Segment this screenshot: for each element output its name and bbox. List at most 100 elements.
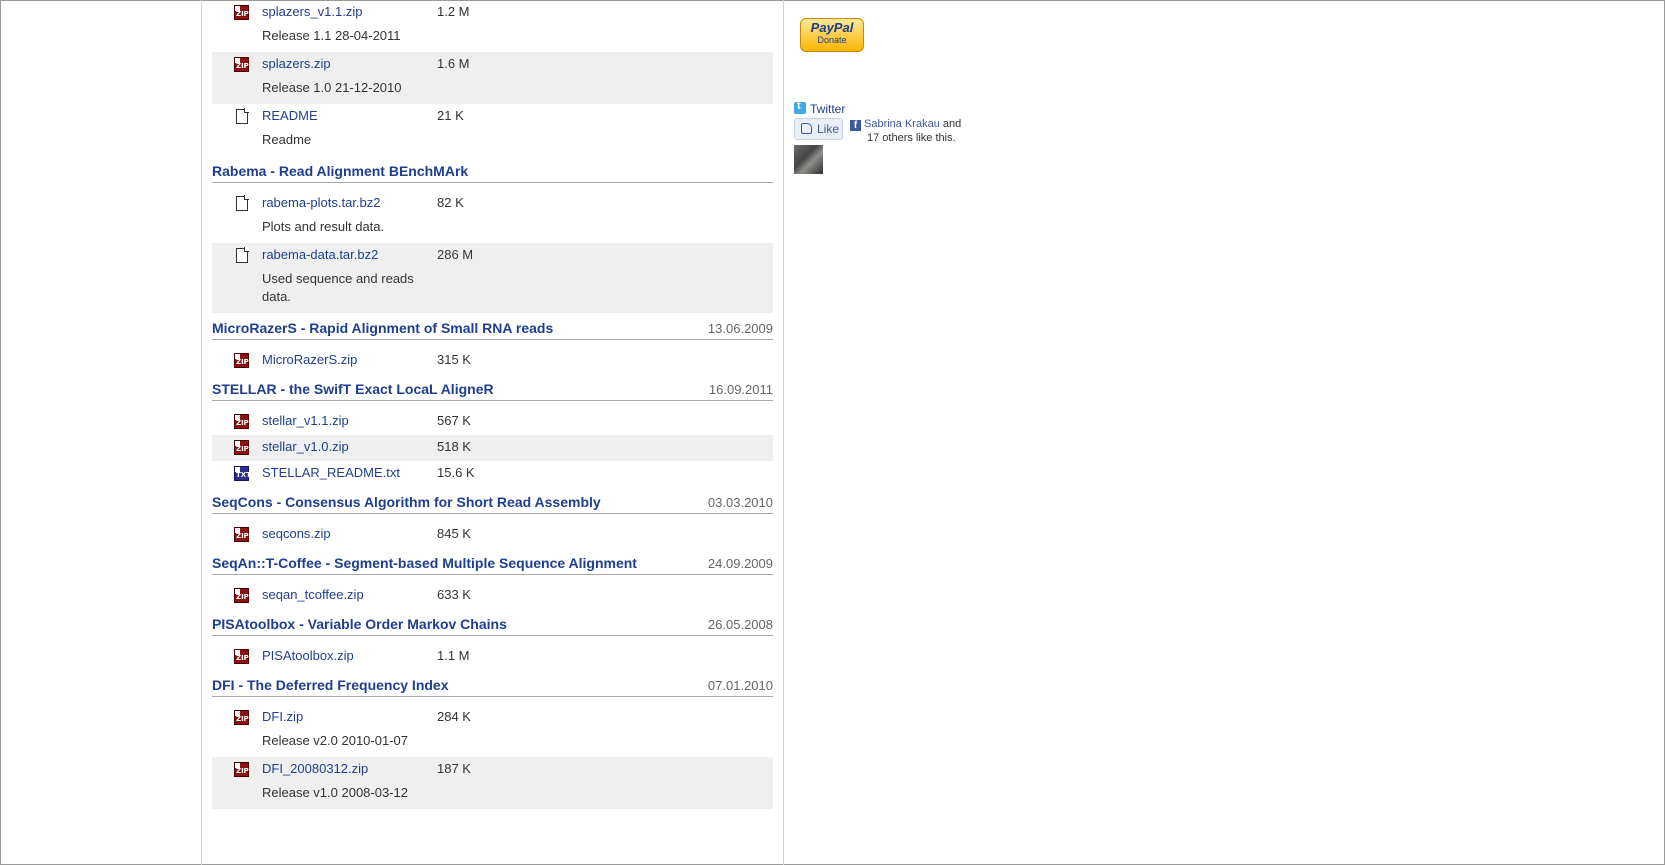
file-line: ZIP PISAtoolbox.zip 1.1 M: [212, 644, 773, 670]
file-line: ZIP stellar_v1.0.zip 518 K: [212, 435, 773, 461]
zip-icon: ZIP: [234, 5, 249, 20]
file-line: ZIP DFI_20080312.zip 187 K: [212, 757, 773, 783]
section-title-link[interactable]: PISAtoolbox - Variable Order Markov Chai…: [212, 616, 507, 632]
file-download-link[interactable]: stellar_v1.1.zip: [262, 413, 349, 428]
facebook-icon: f: [850, 120, 861, 131]
file-row: ZIP MicroRazerS.zip 315 K: [212, 348, 773, 374]
download-section: DFI - The Deferred Frequency Index 07.01.…: [212, 670, 773, 809]
file-description: Used sequence and reads data.: [262, 271, 414, 304]
content-sidebar-divider: [783, 0, 784, 865]
file-download-link[interactable]: README: [262, 108, 318, 123]
facebook-like-summary: f Sabrina Krakau and 17 others like this.: [850, 117, 980, 145]
section-date: 03.03.2010: [707, 495, 773, 510]
download-sections: Rabema - Read Alignment BEnchMArk rabema-…: [212, 156, 773, 809]
twitter-icon: [794, 100, 806, 114]
file-download-link[interactable]: rabema-plots.tar.bz2: [262, 195, 381, 210]
section-title-link[interactable]: SeqAn::T-Coffee - Segment-based Multiple…: [212, 555, 637, 571]
download-section: STELLAR - the SwifT Exact LocaL AligneR 1…: [212, 374, 773, 487]
section-date: 26.05.2008: [707, 617, 773, 632]
file-size: 567 K: [437, 413, 471, 428]
file-row: ZIP PISAtoolbox.zip 1.1 M: [212, 644, 773, 670]
file-size: 82 K: [437, 195, 464, 210]
content-left-border: [201, 0, 202, 865]
section-title-link[interactable]: SeqCons - Consensus Algorithm for Short …: [212, 494, 601, 510]
file-row: ZIP stellar_v1.0.zip 518 K: [212, 435, 773, 461]
section-header: DFI - The Deferred Frequency Index 07.01.…: [212, 670, 773, 697]
file-size: 15.6 K: [437, 465, 475, 480]
zip-icon: ZIP: [234, 588, 249, 603]
file-size: 1.6 M: [437, 56, 470, 71]
document-icon: [234, 108, 249, 124]
file-description: Release 1.1 28-04-2011: [262, 28, 401, 43]
paypal-donate-button[interactable]: PayPal Donate: [800, 18, 864, 52]
file-size: 284 K: [437, 709, 471, 724]
file-download-link[interactable]: seqcons.zip: [262, 526, 331, 541]
section-title-link[interactable]: MicroRazerS - Rapid Alignment of Small R…: [212, 320, 553, 336]
file-description: Release v2.0 2010-01-07: [262, 733, 408, 748]
download-section: SeqCons - Consensus Algorithm for Short …: [212, 487, 773, 548]
section-title-link[interactable]: STELLAR - the SwifT Exact LocaL AligneR: [212, 381, 494, 397]
file-download-link[interactable]: PISAtoolbox.zip: [262, 648, 354, 663]
file-line: ZIP MicroRazerS.zip 315 K: [212, 348, 773, 374]
file-download-link[interactable]: rabema-data.tar.bz2: [262, 247, 378, 262]
file-download-link[interactable]: splazers_v1.1.zip: [262, 4, 362, 19]
file-line: ZIP splazers_v1.1.zip 1.2 M: [212, 0, 773, 26]
zip-icon: ZIP: [234, 649, 249, 664]
section-header: SeqCons - Consensus Algorithm for Short …: [212, 487, 773, 514]
facebook-others-text: 17 others like this.: [867, 132, 956, 144]
file-line: rabema-plots.tar.bz2 82 K: [212, 191, 773, 217]
file-size: 286 M: [437, 247, 474, 262]
file-description: Release 1.0 21-12-2010: [262, 80, 402, 95]
section-header: STELLAR - the SwifT Exact LocaL AligneR 1…: [212, 374, 773, 401]
file-row: ZIP splazers_v1.1.zip 1.2 M Release 1.1 28-…: [212, 0, 773, 52]
zip-icon: ZIP: [234, 527, 249, 542]
twitter-label: Twitter: [810, 102, 846, 116]
file-size: 633 K: [437, 587, 471, 602]
download-section: MicroRazerS - Rapid Alignment of Small R…: [212, 313, 773, 374]
file-download-link[interactable]: MicroRazerS.zip: [262, 352, 357, 367]
file-row: ZIP seqan_tcoffee.zip 633 K: [212, 583, 773, 609]
twitter-link[interactable]: Twitter: [794, 100, 846, 116]
file-line: TXT STELLAR_README.txt 15.6 K: [212, 461, 773, 487]
file-line: README 21 K: [212, 104, 773, 130]
section-date: 24.09.2009: [707, 556, 773, 571]
file-line: rabema-data.tar.bz2 286 M: [212, 243, 773, 269]
zip-icon: ZIP: [234, 440, 249, 455]
file-size: 518 K: [437, 439, 471, 454]
file-row: rabema-plots.tar.bz2 82 K Plots and result…: [212, 191, 773, 243]
section-title-link[interactable]: DFI - The Deferred Frequency Index: [212, 677, 449, 693]
facebook-friend-link[interactable]: Sabrina Krakau: [864, 118, 940, 130]
top-file-list: ZIP splazers_v1.1.zip 1.2 M Release 1.1 28-…: [212, 0, 773, 156]
document-icon: [234, 195, 249, 211]
facebook-like-button[interactable]: Like: [794, 118, 843, 140]
file-download-link[interactable]: seqan_tcoffee.zip: [262, 587, 364, 602]
file-size: 187 K: [437, 761, 471, 776]
facebook-and-text: and: [942, 118, 962, 130]
paypal-donate-label: Donate: [817, 35, 847, 45]
section-title-link[interactable]: Rabema - Read Alignment BEnchMArk: [212, 163, 468, 179]
section-date: 07.01.2010: [707, 678, 773, 693]
file-description: Plots and result data.: [262, 219, 385, 234]
file-row: ZIP seqcons.zip 845 K: [212, 522, 773, 548]
avatar[interactable]: [794, 145, 823, 174]
zip-icon: ZIP: [234, 353, 249, 368]
file-row: ZIP DFI_20080312.zip 187 K Release v1.0 200…: [212, 757, 773, 809]
file-download-link[interactable]: DFI.zip: [262, 709, 303, 724]
file-download-link[interactable]: STELLAR_README.txt: [262, 465, 400, 480]
file-row: TXT STELLAR_README.txt 15.6 K: [212, 461, 773, 487]
paypal-logo: PayPal: [810, 20, 854, 35]
file-download-link[interactable]: stellar_v1.0.zip: [262, 439, 349, 454]
section-date: 16.09.2011: [708, 382, 773, 397]
file-row: ZIP splazers.zip 1.6 M Release 1.0 21-12-20…: [212, 52, 773, 104]
file-line: ZIP splazers.zip 1.6 M: [212, 52, 773, 78]
file-line: ZIP seqcons.zip 845 K: [212, 522, 773, 548]
file-size: 21 K: [437, 108, 464, 123]
txt-icon: TXT: [234, 466, 251, 481]
thumbs-up-icon: [801, 123, 812, 134]
zip-icon: ZIP: [234, 57, 249, 72]
file-download-link[interactable]: splazers.zip: [262, 56, 331, 71]
file-download-link[interactable]: DFI_20080312.zip: [262, 761, 368, 776]
section-header: PISAtoolbox - Variable Order Markov Chai…: [212, 609, 773, 636]
download-section: PISAtoolbox - Variable Order Markov Chai…: [212, 609, 773, 670]
file-row: ZIP DFI.zip 284 K Release v2.0 2010-01-07: [212, 705, 773, 757]
